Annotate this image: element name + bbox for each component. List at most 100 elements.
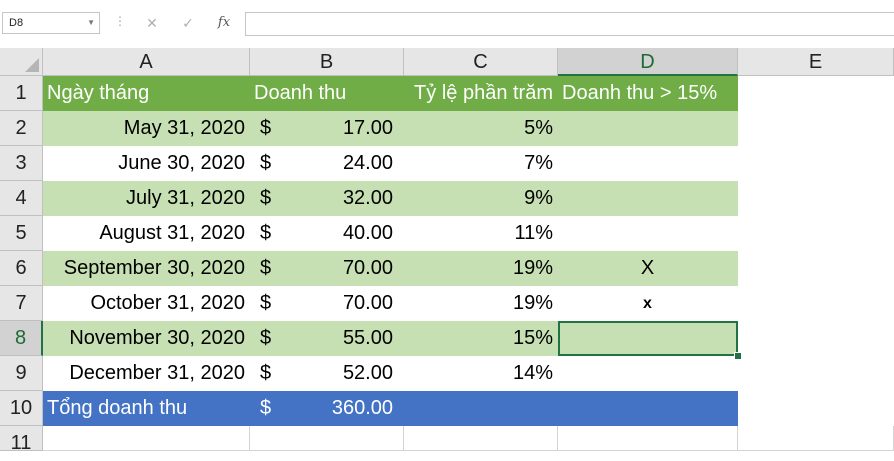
row-header-11[interactable]: 11	[0, 426, 43, 454]
currency-symbol: $	[260, 327, 272, 349]
empty-cell[interactable]	[738, 426, 894, 451]
percent-cell[interactable]: 9%	[404, 181, 558, 216]
amount-value: 70.00	[342, 257, 393, 279]
fill-handle[interactable]	[734, 352, 742, 360]
formula-bar: D8 ▼ ⋮ ✕ ✓ fx	[0, 0, 894, 48]
percent-cell[interactable]: 11%	[404, 216, 558, 251]
total-empty-cell[interactable]	[404, 391, 558, 426]
enter-icon[interactable]: ✓	[176, 12, 200, 34]
row-header-5[interactable]: 5	[0, 216, 43, 251]
column-header-c[interactable]: C	[404, 48, 558, 76]
row-header-4[interactable]: 4	[0, 181, 43, 216]
percent-cell[interactable]: 14%	[404, 356, 558, 391]
amount-value: 55.00	[342, 327, 393, 349]
empty-cell[interactable]	[738, 216, 894, 251]
amount-value: 40.00	[342, 222, 393, 244]
percent-cell[interactable]: 15%	[404, 321, 558, 356]
amount-value: 32.00	[342, 187, 393, 209]
total-empty-cell[interactable]	[558, 391, 738, 426]
percent-cell[interactable]: 19%	[404, 286, 558, 321]
amount-cell[interactable]: $70.00	[250, 286, 404, 321]
percent-cell[interactable]: 7%	[404, 146, 558, 181]
date-cell[interactable]: June 30, 2020	[43, 146, 250, 181]
column-header-a[interactable]: A	[43, 48, 250, 76]
total-amount-cell[interactable]: $360.00	[250, 391, 404, 426]
amount-value: 70.00	[342, 292, 393, 314]
row-header-10[interactable]: 10	[0, 391, 43, 426]
amount-cell[interactable]: $32.00	[250, 181, 404, 216]
row-header-2[interactable]: 2	[0, 111, 43, 146]
chevron-down-icon[interactable]: ▼	[87, 13, 95, 33]
cell-e1[interactable]	[738, 76, 894, 111]
formula-input[interactable]	[245, 12, 894, 36]
empty-cell[interactable]	[404, 426, 558, 451]
header-cell-c[interactable]: Tỷ lệ phần trăm	[404, 76, 558, 111]
empty-cell[interactable]	[250, 426, 404, 451]
date-cell[interactable]: July 31, 2020	[43, 181, 250, 216]
total-amount-value: 360.00	[331, 397, 393, 419]
row-header-7[interactable]: 7	[0, 286, 43, 321]
flag-cell[interactable]: x	[558, 286, 738, 321]
insert-function-icon[interactable]: fx	[212, 12, 236, 34]
header-cell-a[interactable]: Ngày tháng	[43, 76, 250, 111]
cancel-icon[interactable]: ✕	[140, 12, 164, 34]
empty-cell[interactable]	[738, 146, 894, 181]
empty-cell[interactable]	[738, 391, 894, 426]
currency-symbol: $	[260, 222, 272, 244]
flag-cell[interactable]	[558, 146, 738, 181]
header-cell-d[interactable]: Doanh thu > 15%	[558, 76, 738, 111]
column-header-d[interactable]: D	[558, 48, 738, 76]
amount-cell[interactable]: $24.00	[250, 146, 404, 181]
empty-cell[interactable]	[738, 111, 894, 146]
flag-cell[interactable]	[558, 321, 738, 356]
amount-value: 17.00	[342, 117, 393, 139]
row-header-6[interactable]: 6	[0, 251, 43, 286]
amount-cell[interactable]: $40.00	[250, 216, 404, 251]
flag-cell[interactable]	[558, 111, 738, 146]
select-all-button[interactable]	[0, 48, 43, 76]
date-cell[interactable]: October 31, 2020	[43, 286, 250, 321]
percent-cell[interactable]: 19%	[404, 251, 558, 286]
amount-cell[interactable]: $70.00	[250, 251, 404, 286]
currency-symbol: $	[260, 292, 272, 314]
date-cell[interactable]: December 31, 2020	[43, 356, 250, 391]
empty-cell[interactable]	[738, 321, 894, 356]
row-header-8[interactable]: 8	[0, 321, 43, 356]
name-box[interactable]: D8 ▼	[2, 12, 100, 34]
date-cell[interactable]: August 31, 2020	[43, 216, 250, 251]
empty-cell[interactable]	[43, 426, 250, 451]
date-cell[interactable]: September 30, 2020	[43, 251, 250, 286]
total-currency-symbol: $	[260, 397, 272, 419]
empty-cell[interactable]	[738, 286, 894, 321]
amount-value: 24.00	[342, 152, 393, 174]
total-label-cell[interactable]: Tổng doanh thu	[43, 391, 250, 426]
column-header-e[interactable]: E	[738, 48, 894, 76]
empty-cell[interactable]	[558, 426, 738, 451]
currency-symbol: $	[260, 362, 272, 384]
percent-cell[interactable]: 5%	[404, 111, 558, 146]
flag-cell[interactable]	[558, 181, 738, 216]
select-all-icon	[25, 58, 39, 72]
date-cell[interactable]: May 31, 2020	[43, 111, 250, 146]
flag-cell[interactable]: X	[558, 251, 738, 286]
empty-cell[interactable]	[738, 251, 894, 286]
currency-symbol: $	[260, 152, 272, 174]
amount-cell[interactable]: $55.00	[250, 321, 404, 356]
date-cell[interactable]: November 30, 2020	[43, 321, 250, 356]
amount-cell[interactable]: $17.00	[250, 111, 404, 146]
name-box-value: D8	[9, 17, 24, 29]
currency-symbol: $	[260, 117, 272, 139]
row-header-9[interactable]: 9	[0, 356, 43, 391]
currency-symbol: $	[260, 187, 272, 209]
amount-cell[interactable]: $52.00	[250, 356, 404, 391]
currency-symbol: $	[260, 257, 272, 279]
flag-cell[interactable]	[558, 356, 738, 391]
row-header-3[interactable]: 3	[0, 146, 43, 181]
header-cell-b[interactable]: Doanh thu	[250, 76, 404, 111]
row-header-1[interactable]: 1	[0, 76, 43, 111]
flag-cell[interactable]	[558, 216, 738, 251]
empty-cell[interactable]	[738, 181, 894, 216]
column-header-b[interactable]: B	[250, 48, 404, 76]
empty-cell[interactable]	[738, 356, 894, 391]
amount-value: 52.00	[342, 362, 393, 384]
